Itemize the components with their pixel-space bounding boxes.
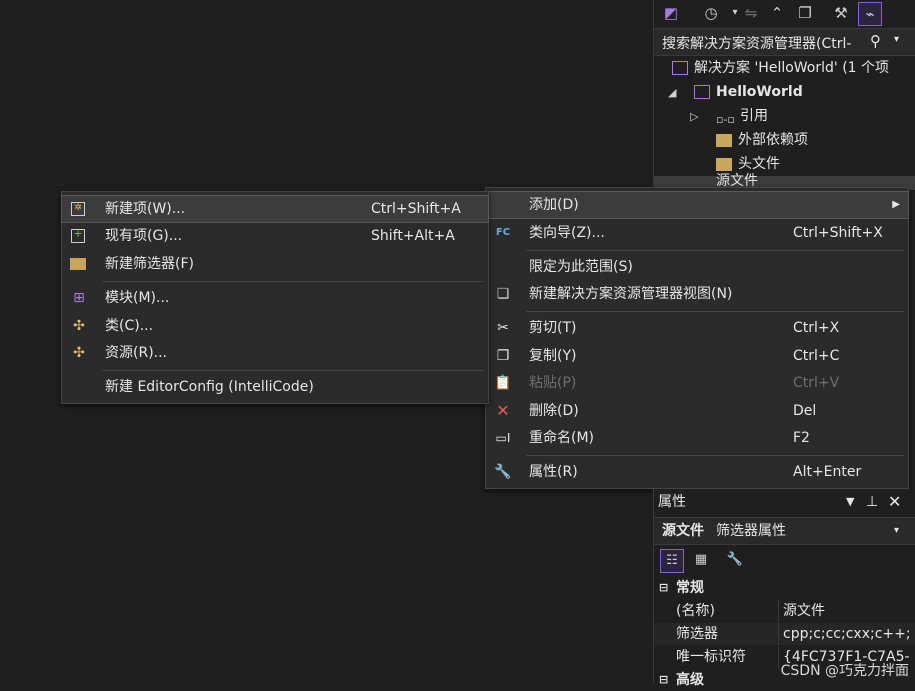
separator [526, 250, 904, 251]
menu-item-scope-to-this[interactable]: 限定为此范围(S) [486, 254, 908, 280]
class-wizard-icon: FC [495, 227, 511, 238]
preview-icon[interactable]: ⌁ [858, 2, 882, 26]
menu-item-module[interactable]: ⊞ 模块(M)... [62, 285, 488, 311]
tree-item-label: 外部依赖项 [738, 132, 808, 148]
menu-item-properties[interactable]: 🔧 属性(R) Alt+Enter [486, 459, 908, 485]
search-icon[interactable]: ⚲ [870, 32, 881, 50]
new-item-icon: ✲ [71, 202, 85, 216]
separator [526, 455, 904, 456]
watermark: CSDN @巧克力拌面 [780, 663, 909, 679]
expanded-arrow-icon[interactable]: ◢ [668, 86, 676, 99]
pin-icon[interactable]: ⊥ [866, 489, 878, 515]
chevron-down-icon[interactable]: ▼ [846, 489, 854, 515]
separator [102, 370, 484, 371]
menu-item-paste[interactable]: 📋 粘贴(P) Ctrl+V [486, 370, 908, 396]
collapsed-arrow-icon[interactable]: ▷ [690, 110, 698, 123]
menu-item-class[interactable]: ✣ 类(C)... [62, 313, 488, 339]
menu-item-resource[interactable]: ✣ 资源(R)... [62, 340, 488, 366]
solution-search-box[interactable]: 搜索解决方案资源管理器(Ctrl- ⚲ ▾ [654, 28, 915, 56]
properties-toolbar: ☷ ▦ 🔧 [654, 545, 915, 575]
property-pages-icon[interactable]: ▦ [690, 549, 712, 571]
object-selector[interactable]: 源文件 筛选器属性 ▾ [654, 517, 915, 545]
properties-title-bar: 属性 ▼ ⊥ ✕ [654, 489, 915, 515]
menu-item-delete[interactable]: ✕ 删除(D) Del [486, 398, 908, 424]
context-menu: 添加(D) ▶ FC 类向导(Z)... Ctrl+Shift+X 限定为此范围… [485, 187, 909, 489]
object-name: 源文件 [662, 523, 704, 539]
property-category-general[interactable]: ⊟ 常规 [654, 577, 915, 599]
module-icon: ⊞ [73, 290, 85, 306]
menu-item-new-item[interactable]: ✲ 新建项(W)... Ctrl+Shift+A [61, 195, 489, 223]
menu-item-add[interactable]: 添加(D) ▶ [485, 191, 909, 219]
menu-item-cut[interactable]: ✂ 剪切(T) Ctrl+X [486, 315, 908, 341]
wrench-icon[interactable]: ⚒ [830, 2, 852, 24]
tree-item-external-deps[interactable]: 外部依赖项 [716, 128, 808, 152]
scissors-icon: ✂ [497, 320, 509, 336]
submenu-arrow-icon: ▶ [892, 199, 900, 210]
object-type: 筛选器属性 [716, 523, 786, 539]
search-placeholder: 搜索解决方案资源管理器(Ctrl- [662, 36, 852, 52]
property-row[interactable]: 筛选器 cpp;c;cc;cxx;c++; [654, 623, 915, 645]
history-icon[interactable]: ◷ [700, 2, 722, 24]
delete-x-icon: ✕ [496, 401, 510, 420]
wrench-icon: 🔧 [494, 464, 512, 480]
collapse-all-icon[interactable]: ⌃ [766, 2, 788, 24]
wrench-icon[interactable]: 🔧 [724, 549, 746, 571]
tree-item-project[interactable]: HelloWorld [694, 80, 803, 104]
class-icon: ✣ [73, 318, 85, 334]
tree-item-solution[interactable]: 解决方案 'HelloWorld' (1 个项 [672, 56, 889, 80]
menu-item-rename[interactable]: ▭I 重命名(M) F2 [486, 425, 908, 451]
collapse-box-icon[interactable]: ⊟ [659, 669, 668, 691]
menu-item-existing-item[interactable]: + 现有项(G)... Shift+Alt+A [62, 223, 488, 249]
categorized-view-icon[interactable]: ☷ [660, 549, 684, 573]
close-icon[interactable]: ✕ [888, 489, 901, 515]
project-icon [694, 85, 710, 99]
menu-item-new-explorer-view[interactable]: ❏ 新建解决方案资源管理器视图(N) [486, 281, 908, 307]
folder-icon [716, 134, 732, 147]
sync-icon[interactable]: ⇋ [740, 2, 762, 24]
tree-item-references[interactable]: ▫-▫ 引用 [716, 104, 768, 128]
references-icon: ▫-▫ [716, 113, 735, 126]
resource-icon: ✣ [73, 345, 85, 361]
chevron-down-icon[interactable]: ▾ [894, 518, 899, 544]
solution-explorer-toolbar: ◩ ◷ ▾ ⇋ ⌃ ❐ ⚒ ⌁ [654, 0, 915, 26]
vs-solution-icon[interactable]: ◩ [660, 2, 682, 24]
existing-item-icon: + [71, 228, 85, 243]
add-submenu: ✲ 新建项(W)... Ctrl+Shift+A + 现有项(G)... Shi… [61, 191, 489, 404]
menu-item-new-filter[interactable]: 新建筛选器(F) [62, 251, 488, 277]
separator [526, 311, 904, 312]
menu-item-new-editorconfig[interactable]: 新建 EditorConfig (IntelliCode) [62, 374, 488, 400]
menu-item-class-wizard[interactable]: FC 类向导(Z)... Ctrl+Shift+X [486, 220, 908, 246]
new-filter-folder-icon [70, 258, 86, 270]
new-view-icon: ❏ [496, 286, 510, 302]
copy-icon: ❐ [496, 348, 510, 364]
separator [102, 281, 484, 282]
menu-item-copy[interactable]: ❐ 复制(Y) Ctrl+C [486, 343, 908, 369]
panel-title: 属性 [658, 494, 686, 510]
tree-item-label: 解决方案 'HelloWorld' (1 个项 [694, 60, 890, 76]
solution-icon [672, 61, 688, 75]
chevron-down-icon[interactable]: ▾ [894, 34, 899, 45]
solution-explorer-panel: ◩ ◷ ▾ ⇋ ⌃ ❐ ⚒ ⌁ 搜索解决方案资源管理器(Ctrl- ⚲ ▾ 解决… [653, 0, 915, 190]
properties-panel: 属性 ▼ ⊥ ✕ 源文件 筛选器属性 ▾ ☷ ▦ 🔧 ⊟ 常规 (名称) 源文件… [653, 489, 915, 688]
tree-item-label: 引用 [740, 108, 768, 124]
copy-view-icon[interactable]: ❐ [794, 2, 816, 24]
paste-icon: 📋 [494, 375, 512, 391]
rename-icon: ▭I [495, 431, 511, 445]
property-row[interactable]: (名称) 源文件 [654, 600, 915, 622]
tree-item-label: HelloWorld [716, 84, 803, 100]
collapse-box-icon[interactable]: ⊟ [659, 577, 668, 599]
